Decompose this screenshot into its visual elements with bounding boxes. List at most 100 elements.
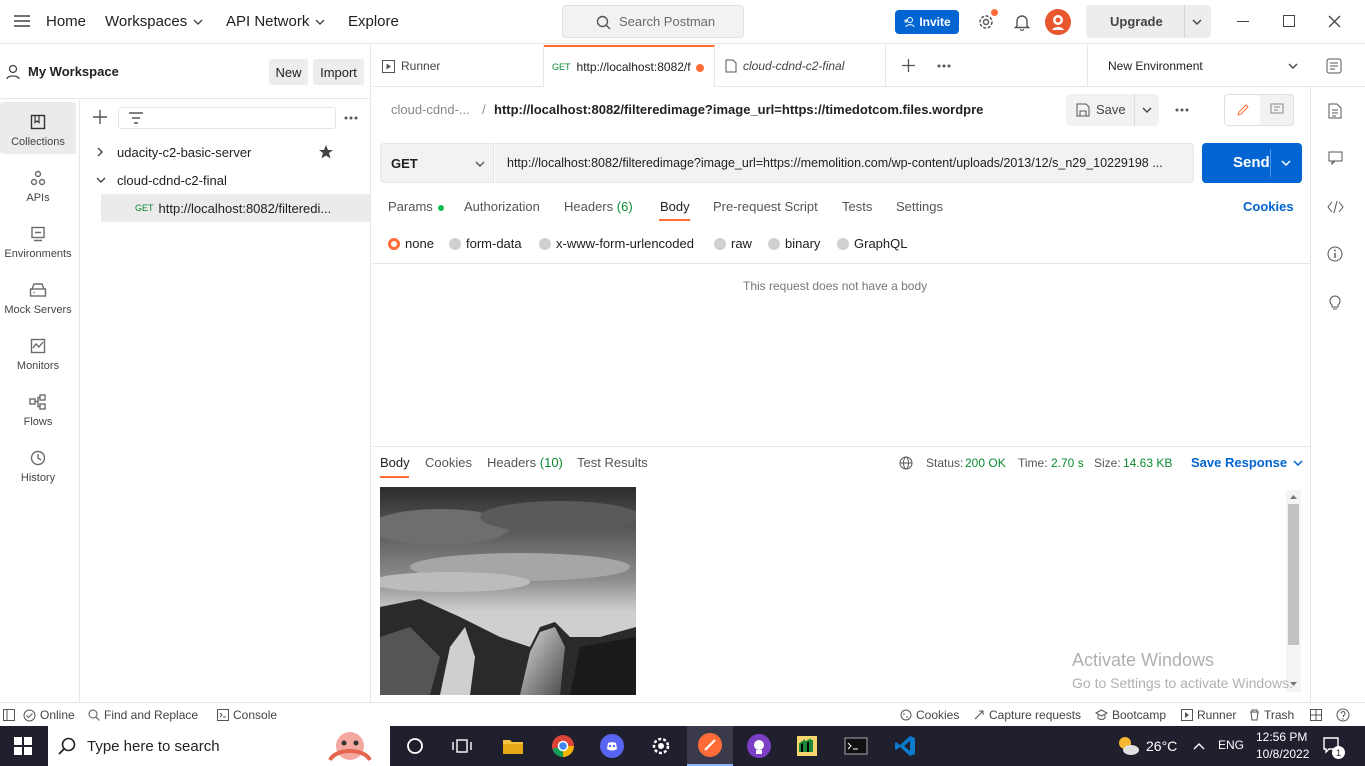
layout-icon[interactable] bbox=[1310, 709, 1322, 721]
save-button[interactable]: Save bbox=[1066, 94, 1159, 126]
size-value[interactable]: 14.63 KB bbox=[1123, 456, 1172, 470]
weather-temp[interactable]: 26°C bbox=[1146, 738, 1177, 754]
maximize-icon[interactable] bbox=[1283, 15, 1295, 27]
sidebar-item-collections[interactable]: Collections bbox=[0, 102, 76, 154]
more-tabs-icon[interactable] bbox=[937, 64, 951, 68]
more-icon[interactable] bbox=[344, 116, 358, 120]
save-response-button[interactable]: Save Response bbox=[1191, 455, 1303, 470]
collection-item[interactable]: cloud-cdnd-c2-final bbox=[81, 166, 371, 194]
method-select[interactable]: GET bbox=[380, 143, 494, 183]
comments-icon[interactable] bbox=[1328, 151, 1343, 165]
cortana-icon[interactable] bbox=[392, 726, 438, 766]
response-tab-test-results[interactable]: Test Results bbox=[577, 455, 648, 470]
info-icon[interactable] bbox=[1327, 246, 1343, 262]
trash-button[interactable]: Trash bbox=[1249, 708, 1294, 722]
sidebar-item-apis[interactable]: APIs bbox=[0, 158, 76, 210]
terminal-icon[interactable] bbox=[833, 726, 879, 766]
tab-runner[interactable]: Runner bbox=[372, 45, 544, 87]
search-input[interactable]: Search Postman bbox=[562, 5, 744, 38]
upgrade-button[interactable]: Upgrade bbox=[1086, 5, 1211, 38]
tab-tests[interactable]: Tests bbox=[842, 199, 872, 214]
cookies-button[interactable]: Cookies bbox=[900, 708, 959, 722]
bootcamp-button[interactable]: Bootcamp bbox=[1095, 708, 1166, 722]
discord-icon[interactable] bbox=[589, 726, 635, 766]
close-icon[interactable] bbox=[1328, 15, 1341, 28]
menu-icon[interactable] bbox=[14, 14, 30, 28]
code-icon[interactable] bbox=[1327, 200, 1344, 214]
chrome-icon[interactable] bbox=[540, 726, 586, 766]
environment-select[interactable]: New Environment bbox=[1088, 45, 1310, 87]
radio-raw[interactable]: raw bbox=[714, 236, 752, 251]
response-tab-cookies[interactable]: Cookies bbox=[425, 455, 472, 470]
tab-pre-request-script[interactable]: Pre-request Script bbox=[713, 199, 818, 214]
time-value[interactable]: 2.70 s bbox=[1051, 456, 1084, 470]
tab-headers[interactable]: Headers (6) bbox=[564, 199, 633, 214]
file-explorer-icon[interactable] bbox=[490, 726, 536, 766]
radio-form-data[interactable]: form-data bbox=[449, 236, 522, 251]
clock-date[interactable]: 10/8/2022 bbox=[1256, 747, 1309, 761]
sidebar-item-environments[interactable]: Environments bbox=[0, 214, 76, 266]
edit-mode-button[interactable] bbox=[1225, 95, 1260, 125]
add-collection-icon[interactable] bbox=[93, 110, 107, 124]
task-view-icon[interactable] bbox=[439, 726, 485, 766]
sidebar-item-monitors[interactable]: Monitors bbox=[0, 326, 76, 378]
invite-button[interactable]: Invite bbox=[895, 10, 959, 34]
environment-quick-look-icon[interactable] bbox=[1326, 58, 1342, 74]
tab-body[interactable]: Body bbox=[660, 199, 690, 214]
documentation-icon[interactable] bbox=[1328, 103, 1342, 119]
nav-home[interactable]: Home bbox=[46, 13, 86, 30]
filter-input[interactable] bbox=[118, 107, 336, 129]
tab-active-request[interactable]: GET http://localhost:8082/f bbox=[544, 45, 715, 87]
tab-settings[interactable]: Settings bbox=[896, 199, 943, 214]
cookies-link[interactable]: Cookies bbox=[1243, 199, 1294, 214]
clock-time[interactable]: 12:56 PM bbox=[1256, 730, 1307, 744]
online-status[interactable]: Online bbox=[23, 708, 75, 722]
lightbulb-icon[interactable] bbox=[1328, 293, 1342, 311]
radio-graphql[interactable]: GraphQL bbox=[837, 236, 907, 251]
bell-icon[interactable] bbox=[1014, 13, 1030, 31]
github-desktop-icon[interactable] bbox=[736, 726, 782, 766]
globe-icon[interactable] bbox=[899, 456, 913, 470]
capture-requests-button[interactable]: Capture requests bbox=[973, 708, 1081, 722]
new-tab-icon[interactable] bbox=[902, 59, 915, 72]
status-value[interactable]: 200 OK bbox=[965, 456, 1006, 470]
console-button[interactable]: Console bbox=[217, 708, 277, 722]
comment-icon[interactable] bbox=[1270, 103, 1284, 116]
radio-urlencoded[interactable]: x-www-form-urlencoded bbox=[539, 236, 694, 251]
taskbar-search[interactable]: Type here to search bbox=[48, 726, 390, 766]
breadcrumb-collection[interactable]: cloud-cdnd-... bbox=[391, 102, 470, 117]
start-button[interactable] bbox=[0, 726, 46, 766]
help-icon[interactable] bbox=[1336, 708, 1350, 722]
settings-icon[interactable] bbox=[976, 9, 998, 32]
nav-api-network[interactable]: API Network bbox=[226, 13, 325, 30]
sidebar-item-mock-servers[interactable]: Mock Servers bbox=[0, 270, 76, 322]
toggle-sidebar-icon[interactable] bbox=[3, 709, 15, 721]
send-button[interactable]: Send bbox=[1202, 143, 1302, 183]
scrollbar-thumb[interactable] bbox=[1288, 504, 1299, 645]
sidebar-item-flows[interactable]: Flows bbox=[0, 382, 76, 434]
tab-authorization[interactable]: Authorization bbox=[464, 199, 540, 214]
new-button[interactable]: New bbox=[269, 59, 308, 85]
sublime-merge-icon[interactable] bbox=[784, 726, 830, 766]
collection-item[interactable]: udacity-c2-basic-server bbox=[81, 138, 371, 166]
scrollbar[interactable] bbox=[1286, 490, 1301, 692]
vscode-icon[interactable] bbox=[882, 726, 928, 766]
more-icon[interactable] bbox=[1175, 108, 1189, 112]
request-item[interactable]: GET http://localhost:8082/filteredi... bbox=[101, 194, 371, 222]
nav-workspaces[interactable]: Workspaces bbox=[105, 13, 203, 30]
runner-button[interactable]: Runner bbox=[1181, 708, 1236, 722]
settings-icon[interactable] bbox=[638, 726, 684, 766]
postman-icon[interactable] bbox=[687, 726, 733, 766]
weather-icon[interactable] bbox=[1116, 735, 1140, 757]
response-tab-body[interactable]: Body bbox=[380, 455, 410, 470]
request-name[interactable]: http://localhost:8082/filteredimage?imag… bbox=[494, 102, 984, 117]
radio-none[interactable]: none bbox=[388, 236, 434, 251]
url-input[interactable]: http://localhost:8082/filteredimage?imag… bbox=[495, 143, 1194, 183]
nav-explore[interactable]: Explore bbox=[348, 13, 399, 30]
tab-collection[interactable]: cloud-cdnd-c2-final bbox=[715, 45, 886, 87]
sidebar-item-history[interactable]: History bbox=[0, 438, 76, 490]
import-button[interactable]: Import bbox=[313, 59, 364, 85]
radio-binary[interactable]: binary bbox=[768, 236, 820, 251]
pane-divider[interactable] bbox=[372, 446, 1310, 447]
language-indicator[interactable]: ENG bbox=[1218, 738, 1244, 752]
